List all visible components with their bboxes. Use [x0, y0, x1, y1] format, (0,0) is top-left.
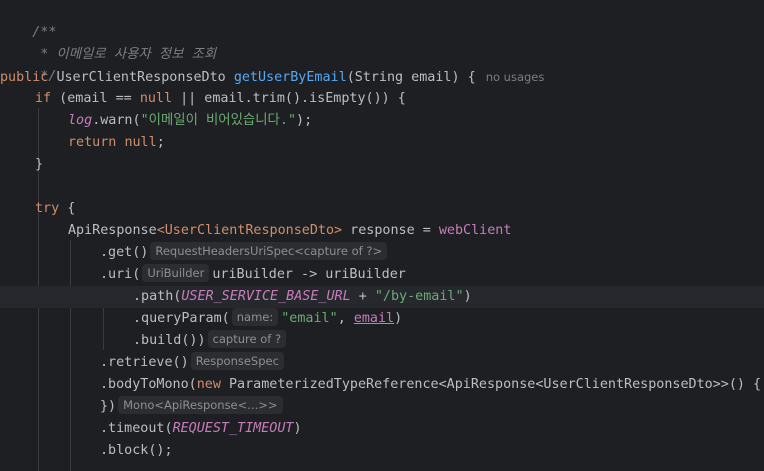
code-text: ) [463, 289, 472, 304]
code-line: return null; [68, 132, 764, 154]
code-line: .queryParam(name: "email", email) [133, 308, 764, 330]
variable: email [353, 311, 395, 326]
code-line: /** [0, 0, 764, 40]
code-line: public UserClientResponseDto getUserByEm… [0, 66, 764, 88]
string-literal: "이메일이 비어있습니다." [140, 113, 297, 128]
keyword: new [196, 377, 221, 392]
field: webClient [438, 223, 512, 238]
code-text: , [337, 311, 354, 326]
code-text: .block(); [100, 443, 173, 458]
inlay-type-hint[interactable]: UriBuilder [142, 264, 210, 282]
code-text: ApiResponse [68, 223, 157, 238]
code-text: { [59, 201, 76, 216]
code-text: .queryParam( [133, 311, 230, 326]
return-type: UserClientResponseDto [56, 70, 226, 85]
keyword: public [0, 70, 49, 85]
keyword: null [124, 135, 157, 150]
code-text: (email == [51, 91, 140, 106]
keyword: null [139, 91, 173, 106]
code-line: try { [35, 198, 764, 220]
code-text: } [35, 157, 44, 172]
generic-type: <UserClientResponseDto> [156, 223, 343, 238]
current-line: .path(USER_SERVICE_BASE_URL + "/by-email… [0, 286, 764, 308]
code-line: .retrieve() ResponseSpec [100, 352, 764, 374]
code-text: .bodyToMono( [100, 377, 197, 392]
code-line: if (email == null || email.trim().isEmpt… [35, 88, 764, 110]
code-line: .get() RequestHeadersUriSpec<capture of ?… [100, 242, 764, 264]
keyword: return [68, 135, 117, 150]
code-text: ; [156, 135, 165, 150]
usages-hint[interactable]: no usages [486, 70, 545, 84]
code-line: .block(); [100, 440, 764, 462]
string-literal: "/by-email" [374, 289, 464, 304]
code-text: .timeout( [100, 421, 173, 436]
keyword: try [35, 201, 60, 216]
code-line: * 이메일로 사용자 정보 조회 [0, 22, 764, 62]
keyword: if [35, 91, 52, 106]
code-line: log.warn("이메일이 비어있습니다."); [68, 110, 764, 132]
code-line: }) Mono<ApiResponse<...>> [100, 396, 764, 418]
code-text: .warn( [92, 113, 141, 128]
code-line: .timeout(REQUEST_TIMEOUT) [100, 418, 764, 440]
indent-guide [70, 240, 71, 471]
code-text: ) [293, 421, 302, 436]
code-text: .uri( [100, 267, 141, 282]
code-text: .get() [100, 245, 149, 260]
inlay-type-hint[interactable]: RequestHeadersUriSpec<capture of ?> [150, 242, 388, 260]
code-text: + [350, 289, 375, 304]
inlay-type-hint[interactable]: ResponseSpec [190, 352, 284, 370]
code-text: ParameterizedTypeReference<ApiResponse<U… [220, 377, 762, 392]
code-line: } [35, 154, 764, 176]
inlay-type-hint[interactable]: Mono<ApiResponse<...>> [118, 396, 283, 414]
method-name: getUserByEmail [233, 70, 347, 85]
code-text: ); [296, 113, 313, 128]
code-line: */ [0, 44, 764, 84]
code-line: .uri(UriBuilder uriBuilder -> uriBuilder [100, 264, 764, 286]
code-line: ApiResponse<UserClientResponseDto> respo… [68, 220, 764, 242]
inlay-param-hint[interactable]: name: [231, 308, 279, 326]
code-line: .bodyToMono(new ParameterizedTypeReferen… [100, 374, 764, 396]
code-text: response = [342, 223, 439, 238]
code-text: .path( [133, 289, 182, 304]
code-text: uriBuilder -> uriBuilder [212, 267, 406, 282]
code-text: ) [394, 311, 403, 326]
method-params: (String email) { [346, 70, 476, 85]
constant: REQUEST_TIMEOUT [172, 421, 294, 436]
indent-guide [103, 306, 104, 350]
inlay-type-hint[interactable]: capture of ? [207, 330, 287, 348]
code-line: .build()) capture of ? [133, 330, 764, 352]
string-literal: "email" [281, 311, 338, 326]
field: log [68, 113, 93, 128]
code-text: || email.trim().isEmpty()) { [172, 91, 406, 106]
constant: USER_SERVICE_BASE_URL [181, 289, 351, 304]
code-text: .retrieve() [100, 355, 189, 370]
code-text: .build()) [133, 333, 206, 348]
code-text: }) [100, 399, 117, 414]
